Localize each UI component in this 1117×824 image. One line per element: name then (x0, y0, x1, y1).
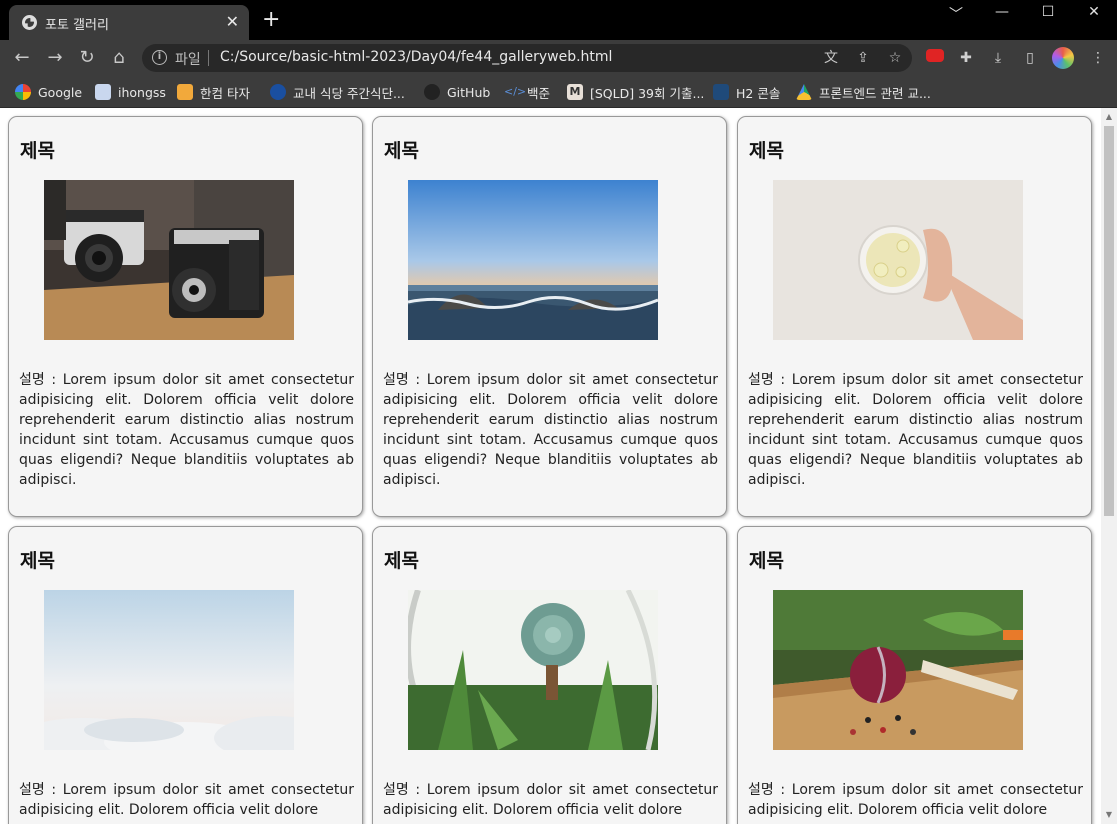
card-description: 설명 : Lorem ipsum dolor sit amet consecte… (383, 782, 718, 818)
scrollbar-thumb[interactable] (1104, 126, 1114, 516)
page-scrollbar[interactable]: ▲ ▼ (1101, 108, 1117, 824)
translate-icon[interactable]: 文 (822, 49, 840, 67)
tab-title: 포토 갤러리 (45, 18, 109, 33)
bookmark-label: [SQLD] 39회 기출... (590, 85, 705, 101)
card-description: 설명 : Lorem ipsum dolor sit amet consecte… (383, 372, 718, 488)
bookmark-hancom[interactable]: 한컴 타자 (177, 82, 250, 102)
maximize-button[interactable]: ☐ (1033, 4, 1063, 22)
page-icon (95, 84, 111, 100)
extensions-puzzle-icon[interactable]: ✚ (956, 48, 976, 68)
hancom-icon (177, 84, 193, 100)
card-description: 설명 : Lorem ipsum dolor sit amet consecte… (748, 782, 1083, 818)
card-title: 제목 (20, 550, 55, 572)
kebab-menu-icon[interactable]: ⋮ (1088, 48, 1108, 68)
scroll-down-arrow-icon[interactable]: ▼ (1104, 810, 1114, 820)
globe-icon (22, 15, 37, 30)
medium-icon: M (567, 84, 583, 100)
bookmark-label: ihongss (118, 84, 166, 100)
photo-sky-clouds (44, 590, 294, 750)
tab-active[interactable]: 포토 갤러리 ✕ (9, 5, 249, 40)
bookmark-ihongss[interactable]: ihongss (95, 82, 166, 102)
minimize-button[interactable]: — (987, 4, 1017, 22)
card-description: 설명 : Lorem ipsum dolor sit amet consecte… (748, 372, 1083, 488)
page-viewport: 제목 설명 : Lorem ipsum dolor sit amet conse… (0, 108, 1117, 824)
photo-lemon-tea (773, 180, 1023, 340)
google-icon (15, 84, 31, 100)
tab-close-icon[interactable]: ✕ (226, 12, 239, 32)
bookmark-label: 프론트엔드 관련 교... (819, 85, 931, 101)
new-tab-button[interactable]: + (262, 9, 280, 31)
tab-strip: 포토 갤러리 ✕ + ﹀ — ☐ ✕ (0, 0, 1117, 40)
side-panel-icon[interactable]: ▯ (1020, 48, 1040, 68)
bookmark-label: GitHub (447, 84, 491, 100)
bookmark-sqld[interactable]: M [SQLD] 39회 기출... (567, 82, 704, 102)
drive-icon (796, 84, 812, 100)
tab-search-icon[interactable]: ﹀ (941, 4, 971, 23)
bookmark-label: 백준 (527, 85, 551, 101)
address-bar[interactable]: i 파일 C:/Source/basic-html-2023/Day04/fe4… (142, 44, 912, 72)
card-title: 제목 (20, 140, 55, 162)
download-icon[interactable]: ⤓ (988, 48, 1008, 68)
bookmark-school[interactable]: 교내 식당 주간식단... (270, 82, 405, 102)
photo-terrarium-succulent (408, 590, 658, 750)
address-separator (208, 50, 209, 66)
scroll-up-arrow-icon[interactable]: ▲ (1104, 112, 1114, 122)
card-title: 제목 (749, 140, 784, 162)
url-text[interactable]: C:/Source/basic-html-2023/Day04/fe44_gal… (220, 49, 612, 65)
close-window-button[interactable]: ✕ (1079, 4, 1109, 22)
photo-ocean-waves (408, 180, 658, 340)
bookmark-h2[interactable]: H2 콘솔 (713, 82, 780, 102)
bookmark-label: Google (38, 84, 83, 100)
browser-toolbar: ← → ↻ ⌂ i 파일 C:/Source/basic-html-2023/D… (0, 40, 1117, 76)
school-icon (270, 84, 286, 100)
home-icon[interactable]: ⌂ (107, 46, 131, 70)
bookmark-frontend[interactable]: 프론트엔드 관련 교... (796, 82, 931, 102)
gallery-card: 제목 설명 : Lorem ipsum dolor sit amet conse… (737, 526, 1092, 824)
forward-arrow-icon[interactable]: → (43, 46, 67, 70)
photo-vintage-cameras (44, 180, 294, 340)
share-icon[interactable]: ⇪ (854, 49, 872, 67)
scheme-label: 파일 (175, 52, 201, 68)
bookmark-github[interactable]: GitHub (424, 82, 490, 102)
profile-avatar[interactable] (1052, 47, 1074, 69)
gallery-card: 제목 설명 : Lorem ipsum dolor sit amet conse… (372, 116, 727, 517)
gallery-card: 제목 설명 : Lorem ipsum dolor sit amet conse… (372, 526, 727, 824)
gallery-card: 제목 설명 : Lorem ipsum dolor sit amet conse… (737, 116, 1092, 517)
bookmark-star-icon[interactable]: ☆ (886, 49, 904, 67)
gallery-card: 제목 설명 : Lorem ipsum dolor sit amet conse… (8, 526, 363, 824)
card-title: 제목 (749, 550, 784, 572)
bookmark-baekjoon[interactable]: </> 백준 (504, 82, 550, 102)
card-title: 제목 (384, 140, 419, 162)
h2-icon (713, 84, 729, 100)
code-icon: </> (504, 85, 527, 98)
bookmark-label: 교내 식당 주간식단... (293, 85, 405, 101)
back-arrow-icon[interactable]: ← (10, 46, 34, 70)
extension-youtube-icon[interactable] (925, 48, 945, 68)
info-icon[interactable]: i (152, 50, 167, 65)
github-icon (424, 84, 440, 100)
bookmark-label: 한컴 타자 (200, 85, 250, 101)
bookmarks-bar: Google ihongss 한컴 타자 교내 식당 주간식단... GitHu… (0, 76, 1117, 108)
gallery-card: 제목 설명 : Lorem ipsum dolor sit amet conse… (8, 116, 363, 517)
bookmark-google[interactable]: Google (15, 82, 82, 102)
card-description: 설명 : Lorem ipsum dolor sit amet consecte… (19, 372, 354, 488)
photo-onion-spices (773, 590, 1023, 750)
card-description: 설명 : Lorem ipsum dolor sit amet consecte… (19, 782, 354, 818)
bookmark-label: H2 콘솔 (736, 85, 781, 101)
reload-icon[interactable]: ↻ (75, 46, 99, 70)
card-title: 제목 (384, 550, 419, 572)
